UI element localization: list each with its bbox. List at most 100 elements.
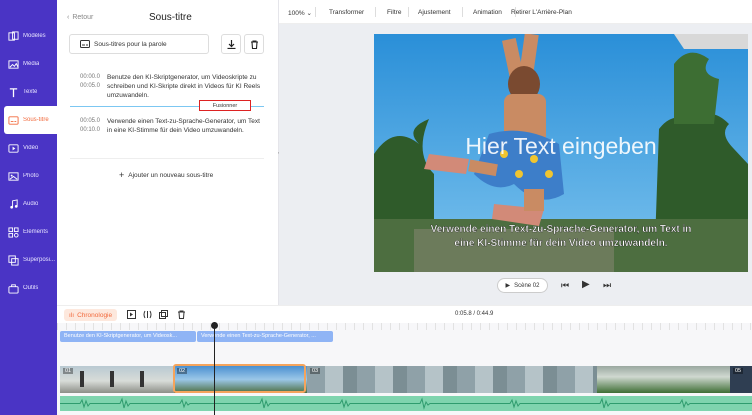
subtitle-text[interactable]: Benutze den KI-Skriptgenerator, um Video…: [107, 73, 262, 100]
filter-button[interactable]: Filtre: [387, 9, 401, 16]
media-icon: [8, 59, 19, 69]
subtitle-icon: [80, 39, 90, 48]
subtitle-clip[interactable]: Verwende einen Text-zu-Sprache-Generator…: [197, 331, 333, 342]
trash-icon: [250, 39, 258, 49]
sidebar-item-text[interactable]: Texte: [4, 78, 57, 106]
video-segment[interactable]: 05: [730, 366, 752, 393]
templates-icon: [8, 30, 19, 41]
sidebar-item-templates[interactable]: Modèles: [4, 22, 57, 50]
video-segment[interactable]: 04: [597, 366, 730, 393]
audio-track[interactable]: [60, 396, 752, 411]
timeline-label: Chronologie: [77, 311, 113, 319]
scene-label: Scène 02: [514, 282, 540, 289]
split-icon[interactable]: [143, 310, 152, 319]
left-sidebar: Modèles Média Texte Sous-titre Vidéo Pho…: [0, 0, 57, 415]
preview-image: Hier Text eingeben Verwende einen Text-z…: [374, 34, 748, 272]
merge-button[interactable]: Fusionner: [199, 100, 251, 111]
sidebar-item-label: Photo: [23, 173, 39, 179]
sidebar-item-subtitle[interactable]: Sous-titre: [4, 106, 57, 134]
top-toolbar: 100% ⌄ Transformer Filtre Ajustement Ani…: [279, 0, 752, 24]
subtitle-clip[interactable]: Benutze den KI-Skriptgenerator, um Video…: [60, 331, 196, 342]
transform-button[interactable]: Transformer: [329, 9, 364, 16]
sidebar-item-audio[interactable]: Audio: [4, 190, 57, 218]
subtitle-icon: [8, 115, 19, 125]
segment-number: 03: [310, 368, 321, 374]
playhead-handle[interactable]: [211, 322, 218, 329]
play-icon: ▶: [505, 283, 511, 289]
timeline[interactable]: Benutze den KI-Skriptgenerator, um Video…: [57, 323, 752, 415]
zoom-value: 100%: [288, 10, 305, 17]
divider: [375, 7, 376, 17]
divider: [462, 7, 463, 17]
sidebar-item-label: Vidéo: [23, 145, 39, 151]
animation-button[interactable]: Animation: [473, 9, 502, 16]
photo-icon: [8, 171, 19, 181]
preview-headline[interactable]: Hier Text eingeben: [465, 133, 656, 159]
add-subtitle-label: Ajouter un nouveau sous-titre: [128, 171, 214, 179]
download-icon: [227, 39, 235, 49]
preview-caption-line1[interactable]: Verwende einen Text-zu-Sprache-Generator…: [430, 224, 692, 235]
timeline-header: ılı Chronologie 0:05.8 / 0:44.9: [57, 305, 752, 323]
scene-play-button[interactable]: ▶ Scène 02: [497, 278, 548, 293]
panel-title: Sous-titre: [149, 12, 192, 23]
subtitle-panel: ‹ Retour Sous-titre Sous-titres pour la …: [57, 0, 279, 305]
preview-caption-line2[interactable]: eine KI-Stimme für dein Video umzuwandel…: [454, 238, 668, 249]
play-icon[interactable]: ▶: [582, 279, 590, 290]
timeline-ruler[interactable]: [57, 323, 752, 330]
text-icon: [9, 87, 18, 97]
previous-scene-icon[interactable]: ⏮: [561, 280, 569, 291]
download-button[interactable]: [221, 34, 241, 54]
subtitle-start-time: 00:05.0: [80, 118, 101, 124]
video-preview[interactable]: Hier Text eingeben Verwende einen Text-z…: [374, 34, 748, 272]
sidebar-item-label: Superposi...: [23, 257, 56, 263]
sidebar-item-video[interactable]: Vidéo: [4, 134, 57, 162]
audio-icon: [10, 198, 18, 209]
segment-number: 05: [733, 368, 744, 374]
video-segment[interactable]: 01: [60, 366, 174, 393]
sidebar-item-label: Texte: [23, 89, 38, 95]
subtitle-item[interactable]: 00:00.0 00:05.0 Benutze den KI-Skriptgen…: [80, 73, 264, 100]
subtitle-start-time: 00:00.0: [80, 74, 101, 80]
sidebar-item-elements[interactable]: Éléments: [4, 218, 57, 246]
zoom-select[interactable]: 100% ⌄: [288, 9, 312, 17]
remove-background-button[interactable]: Retirer L'Arrière-Plan: [511, 9, 572, 16]
add-subtitle-button[interactable]: + Ajouter un nouveau sous-titre: [119, 170, 213, 180]
subtitle-times: 00:05.0 00:10.0: [80, 117, 107, 135]
sidebar-item-tools[interactable]: Outils: [4, 274, 57, 302]
overlay-icon: [8, 254, 19, 266]
segment-thumbnail: [80, 371, 144, 387]
sidebar-item-overlay[interactable]: Superposi...: [4, 246, 57, 274]
video-segment[interactable]: 03: [307, 366, 597, 393]
video-track[interactable]: 01 02 03 04 05: [60, 366, 752, 393]
sidebar-item-label: Audio: [23, 201, 39, 207]
divider: [408, 7, 409, 17]
plus-icon: +: [119, 170, 125, 180]
subtitle-end-time: 00:10.0: [80, 127, 101, 133]
sidebar-item-media[interactable]: Média: [4, 50, 57, 78]
delete-button[interactable]: [244, 34, 264, 54]
audio-waveform: [60, 397, 752, 410]
subtitle-item[interactable]: 00:05.0 00:10.0 Verwende einen Text-zu-S…: [80, 117, 264, 135]
subtitle-text[interactable]: Verwende einen Text-zu-Sprache-Generator…: [107, 117, 262, 135]
duplicate-icon[interactable]: [159, 310, 168, 319]
timeline-toggle[interactable]: ılı Chronologie: [64, 309, 118, 321]
back-button[interactable]: ‹ Retour: [67, 14, 93, 21]
back-label: Retour: [72, 14, 94, 21]
speech-subtitles-label: Sous-titres pour la parole: [94, 40, 167, 48]
timeline-time: 0:05.8 / 0:44.9: [455, 311, 494, 317]
divider: [70, 158, 264, 159]
trash-icon[interactable]: [177, 310, 186, 319]
sidebar-item-label: Éléments: [23, 229, 49, 235]
selected-clip-frame[interactable]: [173, 364, 306, 393]
speech-subtitles-button[interactable]: Sous-titres pour la parole: [69, 34, 209, 54]
playhead[interactable]: [214, 322, 215, 415]
subtitle-times: 00:00.0 00:05.0: [80, 73, 107, 100]
next-scene-icon[interactable]: ⏭: [603, 280, 611, 291]
segment-number: 01: [63, 368, 74, 374]
sidebar-item-photo[interactable]: Photo: [4, 162, 57, 190]
video-icon: [8, 143, 19, 153]
subtitle-end-time: 00:05.0: [80, 83, 101, 89]
tools-icon: [8, 283, 19, 294]
adjustment-button[interactable]: Ajustement: [418, 9, 451, 16]
add-clip-icon[interactable]: [127, 310, 136, 319]
